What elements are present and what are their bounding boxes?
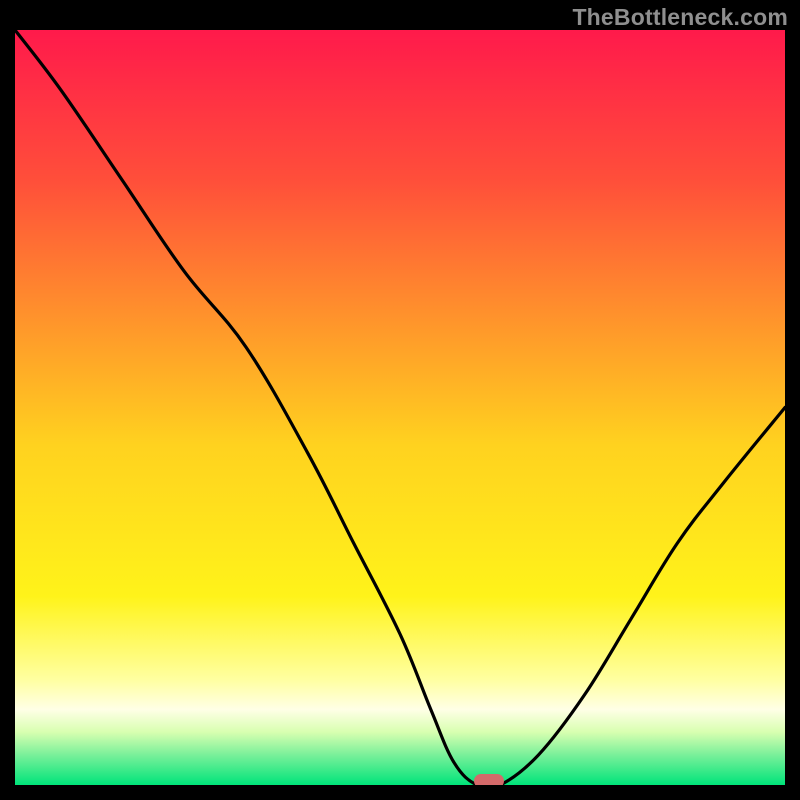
watermark: TheBottleneck.com: [572, 4, 788, 31]
plot-area: [15, 30, 785, 785]
optimal-marker: [474, 774, 504, 785]
curve-layer: [15, 30, 785, 785]
chart-frame: TheBottleneck.com: [0, 0, 800, 800]
bottleneck-curve: [15, 30, 785, 785]
